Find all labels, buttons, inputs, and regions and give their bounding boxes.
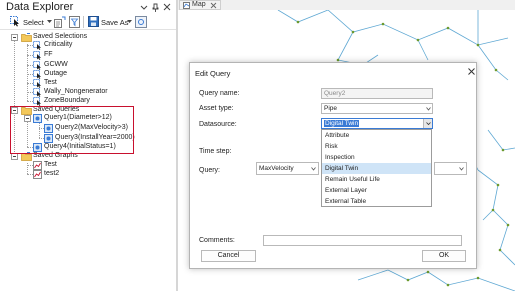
chevron-down-icon	[426, 107, 431, 111]
selection-icon	[33, 88, 42, 97]
selection-icon	[33, 79, 42, 88]
datasource-option-attribute[interactable]: Attribute	[322, 130, 431, 141]
selection-icon	[33, 61, 42, 70]
filter-icon[interactable]	[69, 16, 80, 28]
query-value-select[interactable]	[434, 162, 467, 175]
close-icon[interactable]	[468, 68, 475, 75]
pin-icon[interactable]	[152, 3, 159, 12]
selection-icon	[33, 41, 42, 50]
selection-item[interactable]: ZoneBoundary	[44, 97, 90, 105]
chevron-down-icon[interactable]	[47, 20, 52, 24]
cancel-button-label: Cancel	[217, 252, 240, 259]
chevron-down-icon[interactable]	[127, 20, 132, 24]
cancel-button[interactable]: Cancel	[201, 250, 256, 262]
query-builder-icon[interactable]	[54, 16, 66, 28]
dropdown-button[interactable]	[423, 119, 432, 128]
save-as-button[interactable]: Save As	[101, 18, 129, 27]
select-button[interactable]: Select	[23, 18, 44, 27]
collapse-toggle[interactable]	[11, 34, 18, 41]
explorer-toolbar: Select Save As	[0, 14, 176, 30]
graph-icon	[33, 170, 42, 179]
datasource-value: Digital Twin	[324, 120, 360, 127]
chevron-down-icon[interactable]	[140, 4, 148, 11]
selection-item[interactable]: Test	[44, 79, 57, 87]
panel-title: Data Explorer	[6, 1, 74, 13]
close-icon[interactable]	[163, 3, 171, 11]
query-name-value: Query2	[324, 90, 346, 97]
chevron-down-icon	[311, 167, 316, 171]
datasource-option-remain-useful-life[interactable]: Remain Useful Life	[322, 174, 431, 185]
asset-type-select[interactable]: Pipe	[321, 103, 433, 114]
divider	[0, 29, 176, 30]
graph-item[interactable]: test2	[44, 170, 59, 178]
selection-item[interactable]: Wally_Nongenerator	[44, 88, 108, 96]
ok-button-label: OK	[438, 252, 450, 259]
datasource-option-inspection[interactable]: Inspection	[322, 152, 431, 163]
asset-type-value: Pipe	[324, 105, 338, 112]
selection-item[interactable]: GCWW	[44, 61, 68, 69]
time-step-label: Time step:	[199, 148, 232, 155]
ok-button[interactable]: OK	[422, 250, 466, 262]
datasource-option-digital-twin[interactable]: Digital Twin	[322, 163, 431, 174]
tab-map[interactable]: Map	[179, 0, 221, 10]
selection-icon	[33, 97, 42, 106]
chevron-down-icon	[459, 167, 464, 171]
highlight-box	[10, 106, 134, 154]
select-icon[interactable]	[10, 16, 20, 27]
collapse-toggle[interactable]	[11, 153, 18, 160]
datasource-dropdown-list: Attribute Risk Inspection Digital Twin R…	[321, 129, 432, 207]
graph-item[interactable]: Test	[44, 161, 57, 169]
datasource-select[interactable]: Digital Twin	[321, 118, 433, 129]
datasource-option-external-layer[interactable]: External Layer	[322, 185, 431, 196]
query-name-field[interactable]: Query2	[321, 88, 433, 99]
comments-field[interactable]	[263, 235, 462, 246]
selection-item[interactable]: Criticality	[44, 41, 72, 49]
data-explorer-panel: Data Explorer Select Save As Saved Selec…	[0, 0, 176, 291]
query-field-select[interactable]: MaxVelocity	[256, 162, 319, 175]
datasource-option-risk[interactable]: Risk	[322, 141, 431, 152]
datasource-label: Datasource:	[199, 121, 237, 128]
datasource-option-external-table[interactable]: External Table	[322, 196, 431, 207]
toolbar-divider	[83, 16, 84, 28]
tab-map-label: Map	[192, 1, 206, 8]
save-icon[interactable]	[88, 16, 99, 27]
folder-icon	[21, 33, 32, 42]
comments-label: Comments:	[199, 237, 235, 244]
properties-icon[interactable]	[135, 16, 147, 28]
dialog-title: Edit Query	[195, 69, 231, 78]
query-field-value: MaxVelocity	[259, 165, 294, 172]
asset-type-label: Asset type:	[199, 105, 234, 112]
tree-node-saved-selections[interactable]: Saved Selections	[33, 33, 87, 41]
map-icon	[183, 2, 190, 9]
close-icon[interactable]	[210, 2, 217, 9]
selection-icon	[33, 51, 42, 60]
graph-icon	[33, 161, 42, 170]
query-name-label: Query name:	[199, 90, 240, 97]
query-label: Query:	[199, 167, 221, 174]
selection-icon	[33, 70, 42, 79]
selection-item[interactable]: FF	[44, 51, 53, 59]
selection-item[interactable]: Outage	[44, 70, 67, 78]
